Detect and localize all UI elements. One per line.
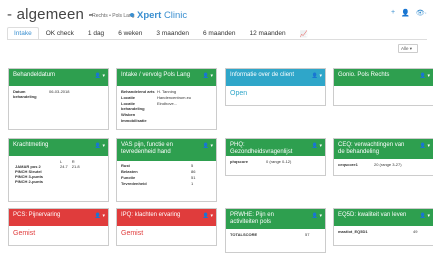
view-icon[interactable]: 👁·	[416, 9, 427, 17]
card-menu-icon[interactable]: 👤 ▾	[420, 143, 430, 149]
tab-bar: Intake OK check 1 dag 6 weken 3 maanden …	[7, 27, 427, 40]
tab-1-dag[interactable]: 1 dag	[81, 27, 111, 39]
card-intake: Intake / vervolg Pols Lang 👤 ▾ Behandelen…	[116, 68, 217, 130]
card-eq5d: EQ5D: kwaliteit van leven 👤 ▾ mastlot_EQ5…	[333, 208, 433, 246]
tab-12-maanden[interactable]: 12 maanden	[242, 27, 292, 39]
page-header: - algemeen - • Rechts • Pols Lang Xpert …	[7, 5, 427, 25]
card-menu-icon[interactable]: 👤 ▾	[95, 73, 105, 79]
card-phq: PHQ: Gezondheidsvragenlijst 👤 ▾ phqscore 0…	[225, 138, 326, 176]
card-gonio: Gonio. Pols Rechts 👤 ▾	[333, 68, 433, 106]
gemist-status[interactable]: Gemist	[117, 226, 216, 241]
card-menu-icon[interactable]: 👤 ▾	[312, 73, 322, 79]
card-menu-icon[interactable]: 👤 ▾	[420, 213, 430, 219]
card-menu-icon[interactable]: 👤 ▾	[203, 143, 213, 149]
app-logo: Xpert Clinic	[130, 10, 187, 21]
card-behandeldatum: Behandeldatum 👤 ▾ Datum behandeling 06-03-…	[8, 68, 109, 130]
add-icon[interactable]: +	[391, 9, 395, 17]
tab-3-maanden[interactable]: 3 maanden	[149, 27, 196, 39]
tab-ok-check[interactable]: OK check	[39, 27, 81, 39]
card-prwhe: PRWHE: Pijn en activiteiten pols 👤 ▾ TOTA…	[225, 208, 326, 253]
tab-6-maanden[interactable]: 6 maanden	[196, 27, 243, 39]
gemist-status[interactable]: Gemist	[9, 226, 108, 241]
filter-select[interactable]: Alle ▾	[398, 44, 418, 53]
card-pcs: PCS: Pijnervaring 👤 ▾ Gemist	[8, 208, 109, 246]
breadcrumb: • Rechts • Pols Lang	[89, 13, 135, 19]
card-krachtmeting: Krachtmeting 👤 ▾ LR JAMAR pos 2 24.7 21.8 P…	[8, 138, 109, 202]
logo-dot-icon	[130, 13, 134, 18]
tab-intake[interactable]: Intake	[7, 27, 39, 39]
card-ceq: CEQ: verwachtingen van de behandeling 👤 ▾…	[333, 138, 433, 176]
card-menu-icon[interactable]: 👤 ▾	[420, 73, 430, 79]
card-client-info: Informatie over de client 👤 ▾ Open	[225, 68, 326, 106]
card-menu-icon[interactable]: 👤 ▾	[203, 73, 213, 79]
chart-icon[interactable]: 📈	[293, 27, 315, 39]
card-ipq: IPQ: klachten ervaring 👤 ▾ Gemist	[116, 208, 217, 246]
card-vas: VAS pijn, functie en tevredenheid hand 👤 …	[116, 138, 217, 202]
open-status[interactable]: Open	[226, 86, 325, 101]
card-menu-icon[interactable]: 👤 ▾	[95, 213, 105, 219]
page-title: - algemeen -	[7, 6, 94, 23]
card-menu-icon[interactable]: 👤 ▾	[312, 213, 322, 219]
kracht-table: LR JAMAR pos 2 24.7 21.8 PINCH Sleutel PIN…	[15, 159, 80, 184]
tab-6-weken[interactable]: 6 weken	[111, 27, 149, 39]
card-menu-icon[interactable]: 👤 ▾	[95, 143, 105, 149]
user-icon[interactable]: 👤	[401, 9, 410, 17]
header-icons: + 👤 👁·	[391, 9, 427, 17]
card-menu-icon[interactable]: 👤 ▾	[312, 143, 322, 149]
card-menu-icon[interactable]: 👤 ▾	[203, 213, 213, 219]
